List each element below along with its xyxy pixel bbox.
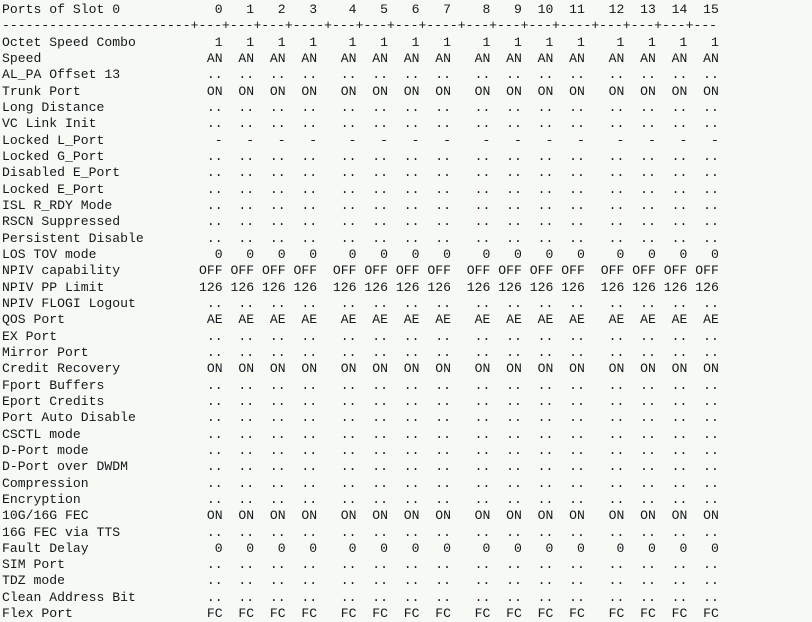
table-row: 10G/16G FEC ON ON ON ON ON ON ON ON ON O… xyxy=(2,508,719,524)
table-row: Locked G_Port .. .. .. .. .. .. .. .. ..… xyxy=(2,148,719,164)
table-row: LOS TOV mode 0 0 0 0 0 0 0 0 0 0 0 0 0 0… xyxy=(2,246,719,262)
table-row: TDZ mode .. .. .. .. .. .. .. .. .. .. .… xyxy=(2,573,719,589)
table-row: Encryption .. .. .. .. .. .. .. .. .. ..… xyxy=(2,491,719,507)
table-row: Persistent Disable .. .. .. .. .. .. .. … xyxy=(2,230,719,246)
header-separator-rule: ------------------------+---+---+---+---… xyxy=(2,18,718,34)
table-row: Flex Port FC FC FC FC FC FC FC FC FC FC … xyxy=(2,606,719,622)
table-row: QOS Port AE AE AE AE AE AE AE AE AE AE A… xyxy=(2,312,719,328)
table-row: Octet Speed Combo 1 1 1 1 1 1 1 1 1 1 1 … xyxy=(2,34,719,50)
table-row: EX Port .. .. .. .. .. .. .. .. .. .. ..… xyxy=(2,328,719,344)
table-row: Mirror Port .. .. .. .. .. .. .. .. .. .… xyxy=(2,344,719,360)
table-row: NPIV FLOGI Logout .. .. .. .. .. .. .. .… xyxy=(2,295,719,311)
table-row: Port Auto Disable .. .. .. .. .. .. .. .… xyxy=(2,410,719,426)
table-row: VC Link Init .. .. .. .. .. .. .. .. .. … xyxy=(2,116,719,132)
table-row: ISL R_RDY Mode .. .. .. .. .. .. .. .. .… xyxy=(2,197,719,213)
table-row: RSCN Suppressed .. .. .. .. .. .. .. .. … xyxy=(2,214,719,230)
table-row: Clean Address Bit .. .. .. .. .. .. .. .… xyxy=(2,589,719,605)
table-row: Compression .. .. .. .. .. .. .. .. .. .… xyxy=(2,475,719,491)
table-row: AL_PA Offset 13 .. .. .. .. .. .. .. .. … xyxy=(2,67,719,83)
table-row: Long Distance .. .. .. .. .. .. .. .. ..… xyxy=(2,99,719,115)
table-row: Eport Credits .. .. .. .. .. .. .. .. ..… xyxy=(2,393,719,409)
table-row: Locked L_Port - - - - - - - - - - - - - … xyxy=(2,132,719,148)
table-row: Fport Buffers .. .. .. .. .. .. .. .. ..… xyxy=(2,377,719,393)
table-row: Fault Delay 0 0 0 0 0 0 0 0 0 0 0 0 0 0 … xyxy=(2,540,719,556)
table-row: Credit Recovery ON ON ON ON ON ON ON ON … xyxy=(2,361,719,377)
table-row: NPIV capability OFF OFF OFF OFF OFF OFF … xyxy=(2,263,719,279)
table-row: D-Port mode .. .. .. .. .. .. .. .. .. .… xyxy=(2,442,719,458)
table-row: 16G FEC via TTS .. .. .. .. .. .. .. .. … xyxy=(2,524,719,540)
table-row: CSCTL mode .. .. .. .. .. .. .. .. .. ..… xyxy=(2,426,719,442)
table-row: Speed AN AN AN AN AN AN AN AN AN AN AN A… xyxy=(2,50,719,66)
table-row: Locked E_Port .. .. .. .. .. .. .. .. ..… xyxy=(2,181,719,197)
port-header-row: Ports of Slot 0 0 1 2 3 4 5 6 7 8 9 10 1… xyxy=(2,2,719,17)
table-row: D-Port over DWDM .. .. .. .. .. .. .. ..… xyxy=(2,459,719,475)
table-row: Disabled E_Port .. .. .. .. .. .. .. .. … xyxy=(2,165,719,181)
table-row: SIM Port .. .. .. .. .. .. .. .. .. .. .… xyxy=(2,557,719,573)
table-row: NPIV PP Limit 126 126 126 126 126 126 12… xyxy=(2,279,719,295)
terminal-output-pane[interactable]: Ports of Slot 0 0 1 2 3 4 5 6 7 8 9 10 1… xyxy=(0,0,812,621)
table-row: Trunk Port ON ON ON ON ON ON ON ON ON ON… xyxy=(2,83,719,99)
